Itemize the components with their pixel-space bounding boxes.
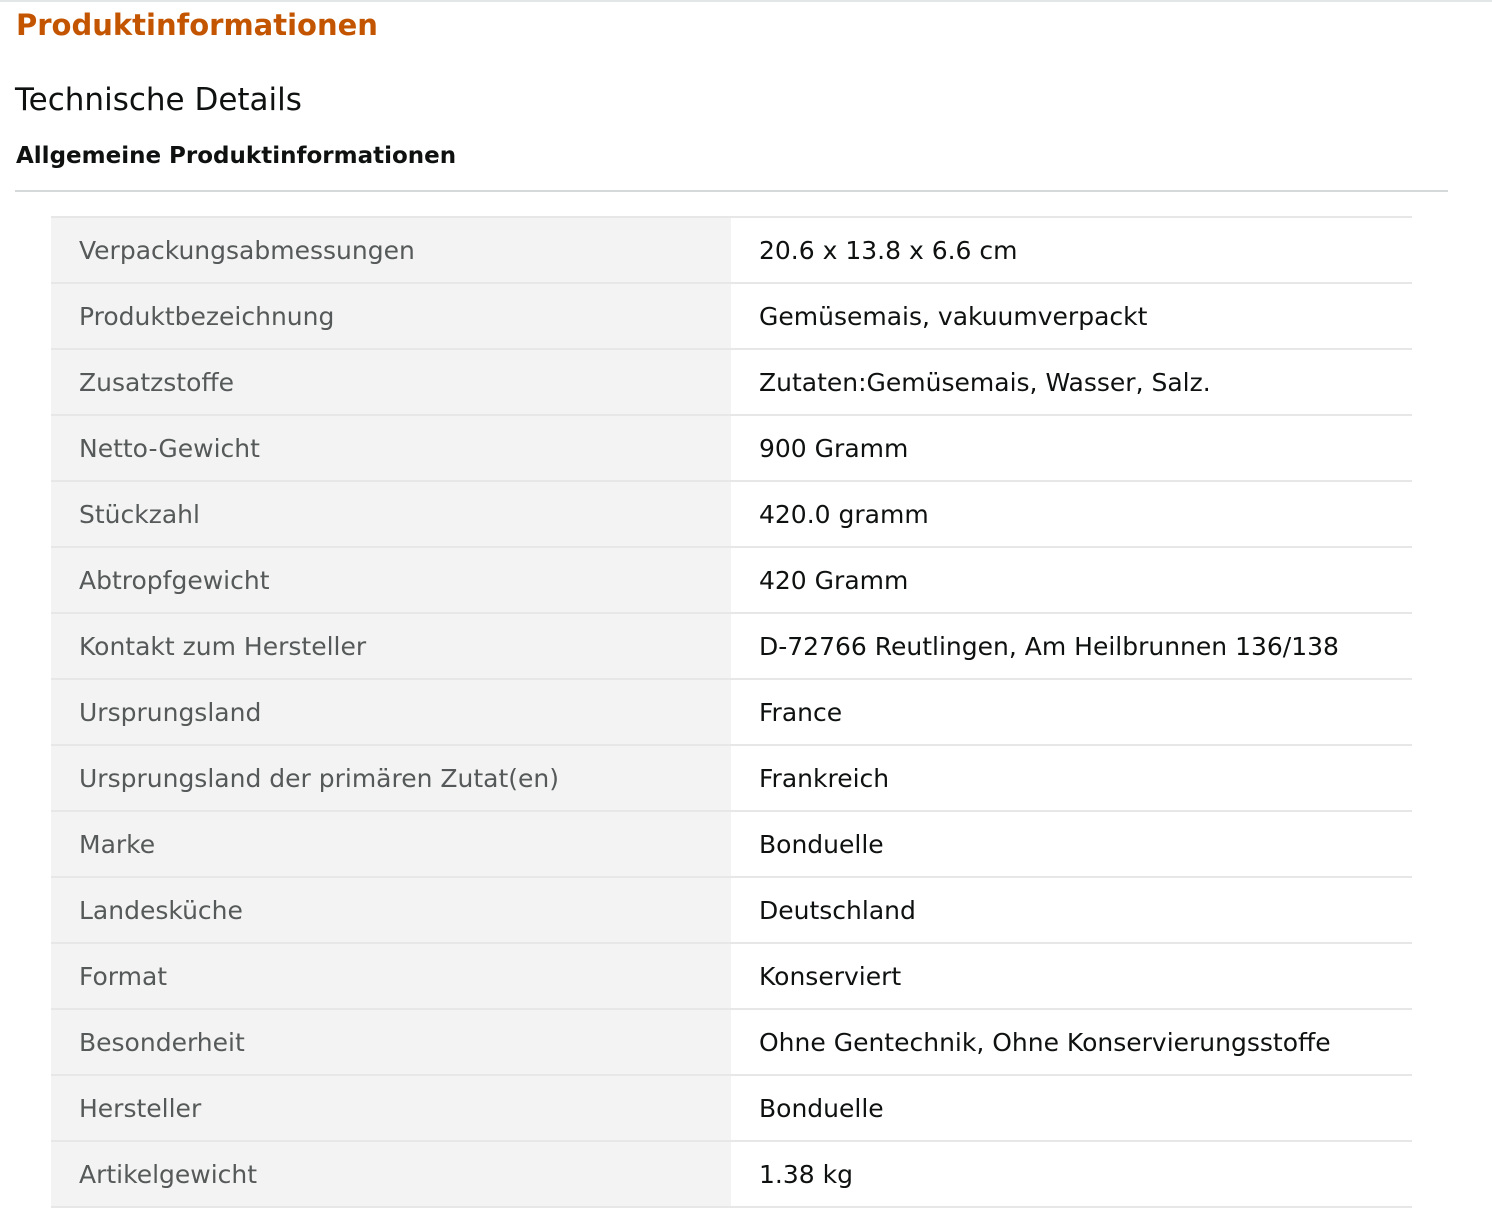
- row-value: Gemüsemais, vakuumverpackt: [759, 301, 1148, 331]
- row-label: Produktbezeichnung: [51, 283, 731, 349]
- row-label: Landesküche: [51, 877, 731, 943]
- table-row: Ursprungsland der primären Zutat(en) Fra…: [51, 745, 1412, 811]
- table-row: Zusatzstoffe Zutaten:Gemüsemais, Wasser,…: [51, 349, 1412, 415]
- table-row: Abtropfgewicht 420 Gramm: [51, 547, 1412, 613]
- table-row: Hersteller Bonduelle: [51, 1075, 1412, 1141]
- table-row: Format Konserviert: [51, 943, 1412, 1009]
- row-value: 20.6 x 13.8 x 6.6 cm: [759, 235, 1018, 265]
- row-value: 900 Gramm: [759, 433, 909, 463]
- table-row: Netto-Gewicht 900 Gramm: [51, 415, 1412, 481]
- row-label: Ursprungsland der primären Zutat(en): [51, 745, 731, 811]
- row-label: Abtropfgewicht: [51, 547, 731, 613]
- general-info-heading: Allgemeine Produktinformationen: [16, 143, 457, 169]
- row-value: Konserviert: [759, 961, 902, 991]
- table-row: Besonderheit Ohne Gentechnik, Ohne Konse…: [51, 1009, 1412, 1075]
- table-row: Marke Bonduelle: [51, 811, 1412, 877]
- row-label: Ursprungsland: [51, 679, 731, 745]
- row-value: Zutaten:Gemüsemais, Wasser, Salz.: [759, 367, 1211, 397]
- row-label: Format: [51, 943, 731, 1009]
- row-value: 420 Gramm: [759, 565, 909, 595]
- row-label: Stückzahl: [51, 481, 731, 547]
- row-value: D-72766 Reutlingen, Am Heilbrunnen 136/1…: [759, 631, 1339, 661]
- row-value: Ohne Gentechnik, Ohne Konservierungsstof…: [759, 1027, 1331, 1057]
- row-label: Besonderheit: [51, 1009, 731, 1075]
- section-title: Produktinformationen: [16, 8, 378, 42]
- row-label: Kontakt zum Hersteller: [51, 613, 731, 679]
- table-row: Verpackungsabmessungen 20.6 x 13.8 x 6.6…: [51, 217, 1412, 283]
- technical-details-heading: Technische Details: [15, 82, 302, 118]
- row-label: Marke: [51, 811, 731, 877]
- table-row: Produktbezeichnung Gemüsemais, vakuumver…: [51, 283, 1412, 349]
- top-divider: [0, 0, 1492, 2]
- row-value: Bonduelle: [759, 829, 884, 859]
- row-label: Zusatzstoffe: [51, 349, 731, 415]
- row-value: Frankreich: [759, 763, 890, 793]
- row-label: Hersteller: [51, 1075, 731, 1141]
- row-value: 420.0 gramm: [759, 499, 929, 529]
- technical-details-table: Verpackungsabmessungen 20.6 x 13.8 x 6.6…: [51, 216, 1412, 1208]
- table-row: Ursprungsland France: [51, 679, 1412, 745]
- row-value: Bonduelle: [759, 1093, 884, 1123]
- heading-divider: [15, 190, 1448, 192]
- row-label: Netto-Gewicht: [51, 415, 731, 481]
- table-row: Kontakt zum Hersteller D-72766 Reutlinge…: [51, 613, 1412, 679]
- row-value: France: [759, 697, 843, 727]
- row-value: Deutschland: [759, 895, 916, 925]
- row-label: Verpackungsabmessungen: [51, 217, 731, 283]
- row-label: Artikelgewicht: [51, 1141, 731, 1207]
- row-value: 1.38 kg: [759, 1159, 853, 1189]
- table-row: Landesküche Deutschland: [51, 877, 1412, 943]
- table-row: Stückzahl 420.0 gramm: [51, 481, 1412, 547]
- table-row: Artikelgewicht 1.38 kg: [51, 1141, 1412, 1207]
